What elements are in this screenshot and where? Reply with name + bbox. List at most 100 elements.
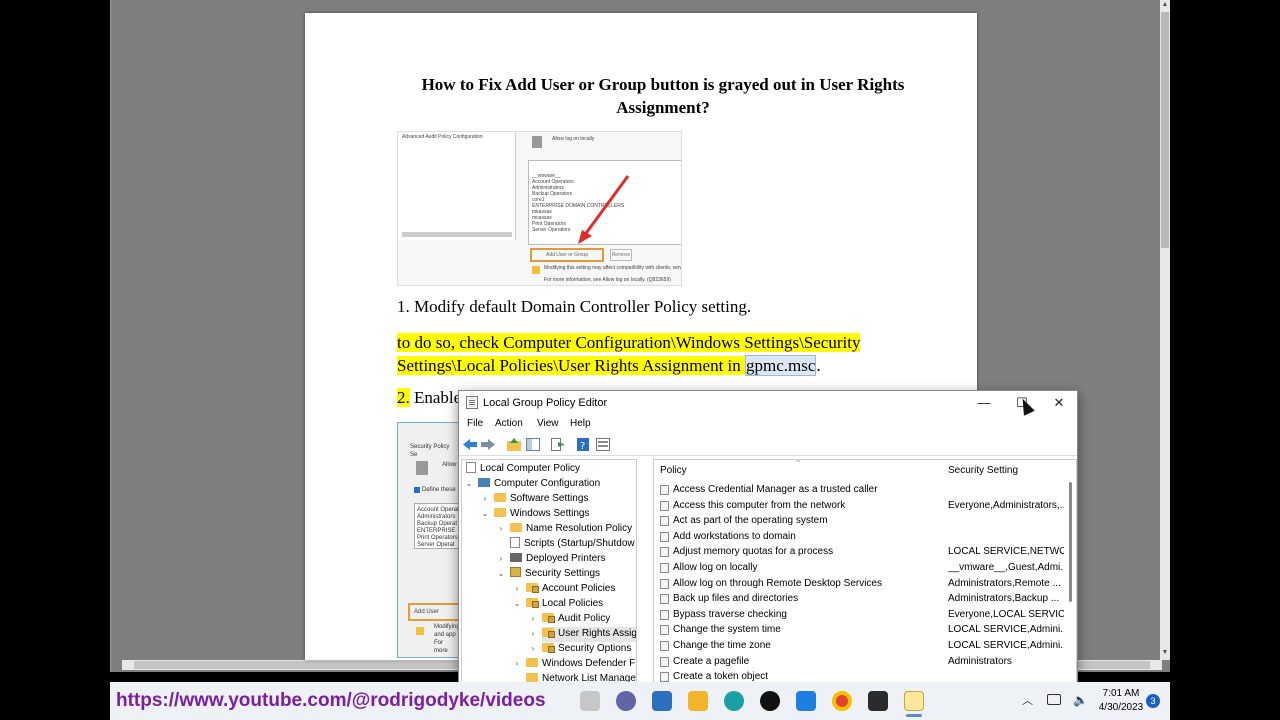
clock-date[interactable]: 4/30/2023 [1094, 702, 1148, 713]
tree-local-computer-policy[interactable]: Local Computer Policy [466, 462, 580, 477]
policy-setting: Administrators,Remote ... [948, 577, 1061, 589]
policy-icon [660, 625, 669, 636]
show-hide-tree-icon[interactable] [526, 438, 540, 451]
power-automate-icon[interactable] [796, 691, 816, 711]
policy-row[interactable]: Allow log on through Remote Desktop Serv… [654, 576, 1068, 592]
forward-arrow-icon[interactable] [481, 438, 495, 451]
chevron-right-icon[interactable]: › [512, 657, 522, 671]
screenshot2-allow: Allow [442, 462, 457, 468]
tray-overflow-chevron-icon[interactable]: ︿ [1022, 692, 1033, 708]
tree-computer-configuration[interactable]: Computer Configuration [478, 477, 600, 492]
screenshot2-title: Security Policy Se [410, 444, 450, 458]
edge-icon[interactable] [724, 691, 744, 711]
chevron-down-icon[interactable]: ⌄ [464, 477, 474, 491]
policy-name: Change the time zone [673, 640, 771, 651]
policy-row[interactable]: Allow log on locally __vmware__,Guest,Adm… [654, 560, 1068, 576]
scroll-thumb[interactable] [1161, 12, 1169, 248]
chevron-down-icon[interactable]: ⌄ [496, 567, 506, 581]
chevron-right-icon[interactable]: › [528, 642, 538, 656]
chevron-right-icon[interactable]: › [496, 522, 506, 536]
tree-software-settings[interactable]: Software Settings [494, 492, 588, 507]
policy-row[interactable]: Act as part of the operating system [654, 513, 1068, 529]
tree-windows-settings[interactable]: Windows Settings [494, 507, 589, 522]
tree-security-options[interactable]: Security Options [542, 642, 631, 657]
network-icon[interactable] [1047, 694, 1061, 705]
tree-label: Security Settings [525, 568, 601, 579]
folder-icon [494, 493, 506, 502]
chevron-right-icon[interactable]: › [528, 612, 538, 626]
screenshot2-member-box: Account Operat Administrators Backup Ope… [414, 503, 458, 549]
tree-audit-policy[interactable]: Audit Policy [542, 612, 610, 627]
policy-setting: Administrators [948, 655, 1012, 667]
menu-action[interactable]: Action [495, 418, 523, 429]
column-header-security-setting[interactable]: Security Setting [948, 460, 1018, 482]
policy-row[interactable]: Change the system time LOCAL SERVICE,Admi… [654, 622, 1068, 638]
minimize-button[interactable]: — [966, 391, 1002, 415]
help-icon[interactable]: ? [576, 438, 590, 451]
close-button[interactable]: ✕ [1041, 391, 1077, 415]
tree-label: Windows Settings [510, 508, 590, 519]
menu-bar: File Action View Help [459, 416, 1077, 434]
chevron-right-icon[interactable]: › [512, 582, 522, 596]
tree-deployed-printers[interactable]: Deployed Printers [510, 552, 605, 567]
tree-name-resolution-policy[interactable]: Name Resolution Policy [510, 522, 632, 537]
list-scrollbar[interactable] [1067, 482, 1075, 689]
policy-row[interactable]: Add workstations to domain [654, 529, 1068, 545]
red-arrow-annotation [578, 175, 630, 244]
active-app-indicator [906, 714, 922, 717]
chevron-right-icon[interactable]: › [528, 627, 538, 641]
volume-icon[interactable]: 🔈 [1073, 693, 1088, 707]
chevron-down-icon[interactable]: ⌄ [480, 507, 490, 521]
chevron-right-icon[interactable]: › [496, 552, 506, 566]
window-titlebar[interactable]: Local Group Policy Editor — ☐ ✕ [459, 391, 1077, 415]
menu-file[interactable]: File [467, 418, 483, 429]
policy-icon [660, 485, 669, 495]
policy-row[interactable]: Access Credential Manager as a trusted c… [654, 482, 1068, 498]
policy-row[interactable]: Bypass traverse checking Everyone,LOCAL S… [654, 607, 1068, 623]
terminal-icon[interactable] [868, 691, 888, 711]
teams-icon[interactable] [616, 691, 636, 711]
policy-row[interactable]: Create a pagefile Administrators [654, 654, 1068, 670]
menu-view[interactable]: View [537, 418, 559, 429]
screenshot2-warning-icon [416, 627, 424, 635]
media-player-icon[interactable] [760, 691, 780, 711]
step-2-label: Enable [409, 388, 462, 407]
mail-icon[interactable] [688, 691, 708, 711]
notification-badge[interactable]: 3 [1146, 694, 1160, 708]
properties-icon[interactable] [596, 438, 610, 451]
tree-local-policies[interactable]: Local Policies [526, 597, 603, 612]
chrome-icon[interactable] [832, 691, 852, 711]
clock-time[interactable]: 7:01 AM [1098, 688, 1144, 699]
column-header-policy[interactable]: Policy [660, 460, 687, 482]
file-explorer-icon[interactable] [580, 691, 600, 711]
chevron-right-icon[interactable]: › [480, 492, 490, 506]
chevron-down-icon[interactable]: ⌄ [512, 597, 522, 611]
selected-text-gpmc[interactable]: gpmc.msc [745, 355, 817, 376]
back-arrow-icon[interactable] [463, 438, 477, 451]
policy-row[interactable]: Access this computer from the network Eve… [654, 498, 1068, 514]
store-icon[interactable] [652, 691, 672, 711]
tree-pane[interactable]: Local Computer Policy ⌄ Computer Configu… [461, 459, 637, 689]
sort-ascending-icon: ^ [796, 459, 800, 467]
policy-row[interactable]: Back up files and directories Administrat… [654, 591, 1068, 607]
scroll-up-arrow-icon[interactable]: ▲ [1160, 0, 1170, 10]
tree-label: Account Policies [542, 583, 616, 594]
policy-list-pane[interactable]: Policy ^ Security Setting Access Credent… [653, 459, 1077, 689]
tree-security-settings[interactable]: Security Settings [510, 567, 600, 582]
screenshot-warning-note: Modifying this setting may affect compat… [544, 265, 682, 271]
notepad-icon[interactable] [904, 691, 924, 711]
group-policy-editor-window[interactable]: Local Group Policy Editor — ☐ ✕ File Act… [458, 390, 1078, 690]
tree-scripts[interactable]: Scripts (Startup/Shutdow [510, 537, 635, 552]
policy-setting: LOCAL SERVICE,Admini... [948, 640, 1064, 651]
up-folder-icon[interactable] [507, 438, 521, 451]
menu-help[interactable]: Help [570, 418, 591, 429]
list-scroll-thumb[interactable] [1069, 482, 1072, 602]
scroll-down-arrow-icon[interactable]: ▼ [1160, 648, 1170, 658]
vertical-scrollbar[interactable]: ▲ ▼ [1160, 0, 1170, 660]
policy-row[interactable]: Adjust memory quotas for a process LOCAL … [654, 544, 1068, 560]
policy-row[interactable]: Change the time zone LOCAL SERVICE,Admini… [654, 638, 1068, 654]
tree-windows-defender-firewall[interactable]: Windows Defender Fi [526, 657, 636, 672]
export-list-icon[interactable] [551, 438, 565, 451]
tree-user-rights-assignment[interactable]: User Rights Assigi [542, 627, 636, 642]
tree-account-policies[interactable]: Account Policies [526, 582, 615, 597]
